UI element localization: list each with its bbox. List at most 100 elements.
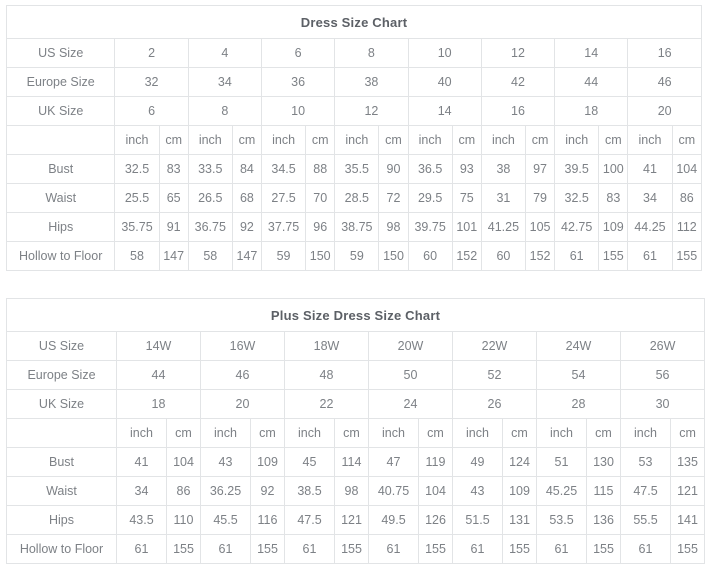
unit-header: inch xyxy=(368,418,419,448)
cell-value: 34 xyxy=(187,67,262,97)
cell-value: 61 xyxy=(627,241,673,271)
cell-value: 18W xyxy=(284,331,369,361)
table-row: Bust 32.5 83 33.5 84 34.5 88 35.5 90 36.… xyxy=(5,154,703,184)
unit-header: inch xyxy=(200,418,251,448)
cell-value: 105 xyxy=(524,212,556,242)
cell-value: 8 xyxy=(334,38,409,68)
cell-value: 37.75 xyxy=(260,212,307,242)
unit-header: cm xyxy=(378,125,409,155)
row-label-uk-size: UK Size xyxy=(5,96,116,126)
cell-value: 16 xyxy=(480,96,556,126)
cell-value: 38.75 xyxy=(334,212,380,242)
cell-value: 26 xyxy=(452,389,537,419)
table-row: Hips 35.75 91 36.75 92 37.75 96 38.75 98… xyxy=(5,212,703,242)
size-chart-page: Dress Size Chart US Size 2 4 6 8 10 12 1… xyxy=(0,0,708,564)
cell-value: 40.75 xyxy=(368,476,419,506)
cell-value: 61 xyxy=(200,534,251,564)
cell-value: 93 xyxy=(451,154,482,184)
cell-value: 155 xyxy=(166,534,201,564)
table-row: US Size 14W 16W 18W 20W 22W 24W 26W xyxy=(6,331,706,361)
cell-value: 98 xyxy=(378,212,409,242)
cell-value: 86 xyxy=(166,476,201,506)
row-label-hollow-to-floor: Hollow to Floor xyxy=(5,241,116,271)
row-label-blank xyxy=(6,418,117,448)
table-row: UK Size 6 8 10 12 14 16 18 20 xyxy=(5,96,702,126)
table-row: US Size 2 4 6 8 10 12 14 16 xyxy=(5,38,702,68)
cell-value: 150 xyxy=(378,241,409,271)
cell-value: 24W xyxy=(536,331,621,361)
cell-value: 36.75 xyxy=(187,212,233,242)
cell-value: 20 xyxy=(200,389,285,419)
cell-value: 14 xyxy=(554,38,629,68)
cell-value: 45.25 xyxy=(536,476,587,506)
cell-value: 10 xyxy=(407,38,482,68)
cell-value: 36.5 xyxy=(407,154,453,184)
table-row: Hollow to Floor 61 155 61 155 61 155 61 … xyxy=(6,534,706,564)
cell-value: 12 xyxy=(480,38,556,68)
cell-value: 44.25 xyxy=(627,212,673,242)
cell-value: 43 xyxy=(452,476,503,506)
cell-value: 141 xyxy=(669,505,706,535)
cell-value: 42 xyxy=(480,67,556,97)
cell-value: 83 xyxy=(598,183,629,213)
cell-value: 44 xyxy=(116,360,201,390)
cell-value: 40 xyxy=(407,67,482,97)
cell-value: 35.5 xyxy=(334,154,380,184)
cell-value: 36.25 xyxy=(200,476,251,506)
table-row-title: Dress Size Chart xyxy=(6,5,702,39)
cell-value: 101 xyxy=(451,212,482,242)
cell-value: 61 xyxy=(452,534,503,564)
cell-value: 150 xyxy=(305,241,336,271)
table-row-title: Plus Size Dress Size Chart xyxy=(5,298,706,332)
cell-value: 147 xyxy=(231,241,262,271)
cell-value: 39.5 xyxy=(554,154,600,184)
cell-value: 56 xyxy=(619,360,706,390)
cell-value: 47 xyxy=(368,447,419,477)
cell-value: 121 xyxy=(669,476,706,506)
cell-value: 32.5 xyxy=(114,154,160,184)
cell-value: 16W xyxy=(200,331,285,361)
table-row: Europe Size 44 46 48 50 52 54 56 xyxy=(6,360,706,390)
cell-value: 2 xyxy=(114,38,189,68)
cell-value: 20 xyxy=(627,96,702,126)
row-label-waist: Waist xyxy=(6,476,117,506)
cell-value: 155 xyxy=(418,534,453,564)
cell-value: 49 xyxy=(452,447,503,477)
unit-header: inch xyxy=(554,125,600,155)
cell-value: 53 xyxy=(620,447,671,477)
cell-value: 155 xyxy=(586,534,621,564)
cell-value: 51 xyxy=(536,447,587,477)
row-label-us-size: US Size xyxy=(6,331,117,361)
cell-value: 59 xyxy=(334,241,380,271)
cell-value: 61 xyxy=(620,534,671,564)
unit-header: cm xyxy=(334,418,369,448)
cell-value: 58 xyxy=(187,241,233,271)
cell-value: 22W xyxy=(452,331,537,361)
row-label-uk-size: UK Size xyxy=(6,389,117,419)
unit-header: inch xyxy=(334,125,380,155)
unit-header: cm xyxy=(231,125,262,155)
unit-header: inch xyxy=(187,125,233,155)
cell-value: 27.5 xyxy=(260,183,307,213)
cell-value: 48 xyxy=(284,360,369,390)
unit-header: cm xyxy=(305,125,336,155)
cell-value: 6 xyxy=(114,96,189,126)
cell-value: 4 xyxy=(187,38,262,68)
cell-value: 50 xyxy=(368,360,453,390)
cell-value: 34 xyxy=(116,476,167,506)
cell-value: 38 xyxy=(334,67,409,97)
cell-value: 65 xyxy=(158,183,189,213)
cell-value: 115 xyxy=(586,476,621,506)
cell-value: 47.5 xyxy=(284,505,335,535)
cell-value: 33.5 xyxy=(187,154,233,184)
cell-value: 46 xyxy=(200,360,285,390)
cell-value: 155 xyxy=(502,534,537,564)
cell-value: 126 xyxy=(418,505,453,535)
cell-value: 109 xyxy=(250,447,285,477)
table-row-units: inch cm inch cm inch cm inch cm inch cm … xyxy=(6,418,706,448)
cell-value: 155 xyxy=(669,534,706,564)
cell-value: 35.75 xyxy=(114,212,160,242)
cell-value: 24 xyxy=(368,389,453,419)
cell-value: 25.5 xyxy=(114,183,160,213)
cell-value: 6 xyxy=(260,38,336,68)
